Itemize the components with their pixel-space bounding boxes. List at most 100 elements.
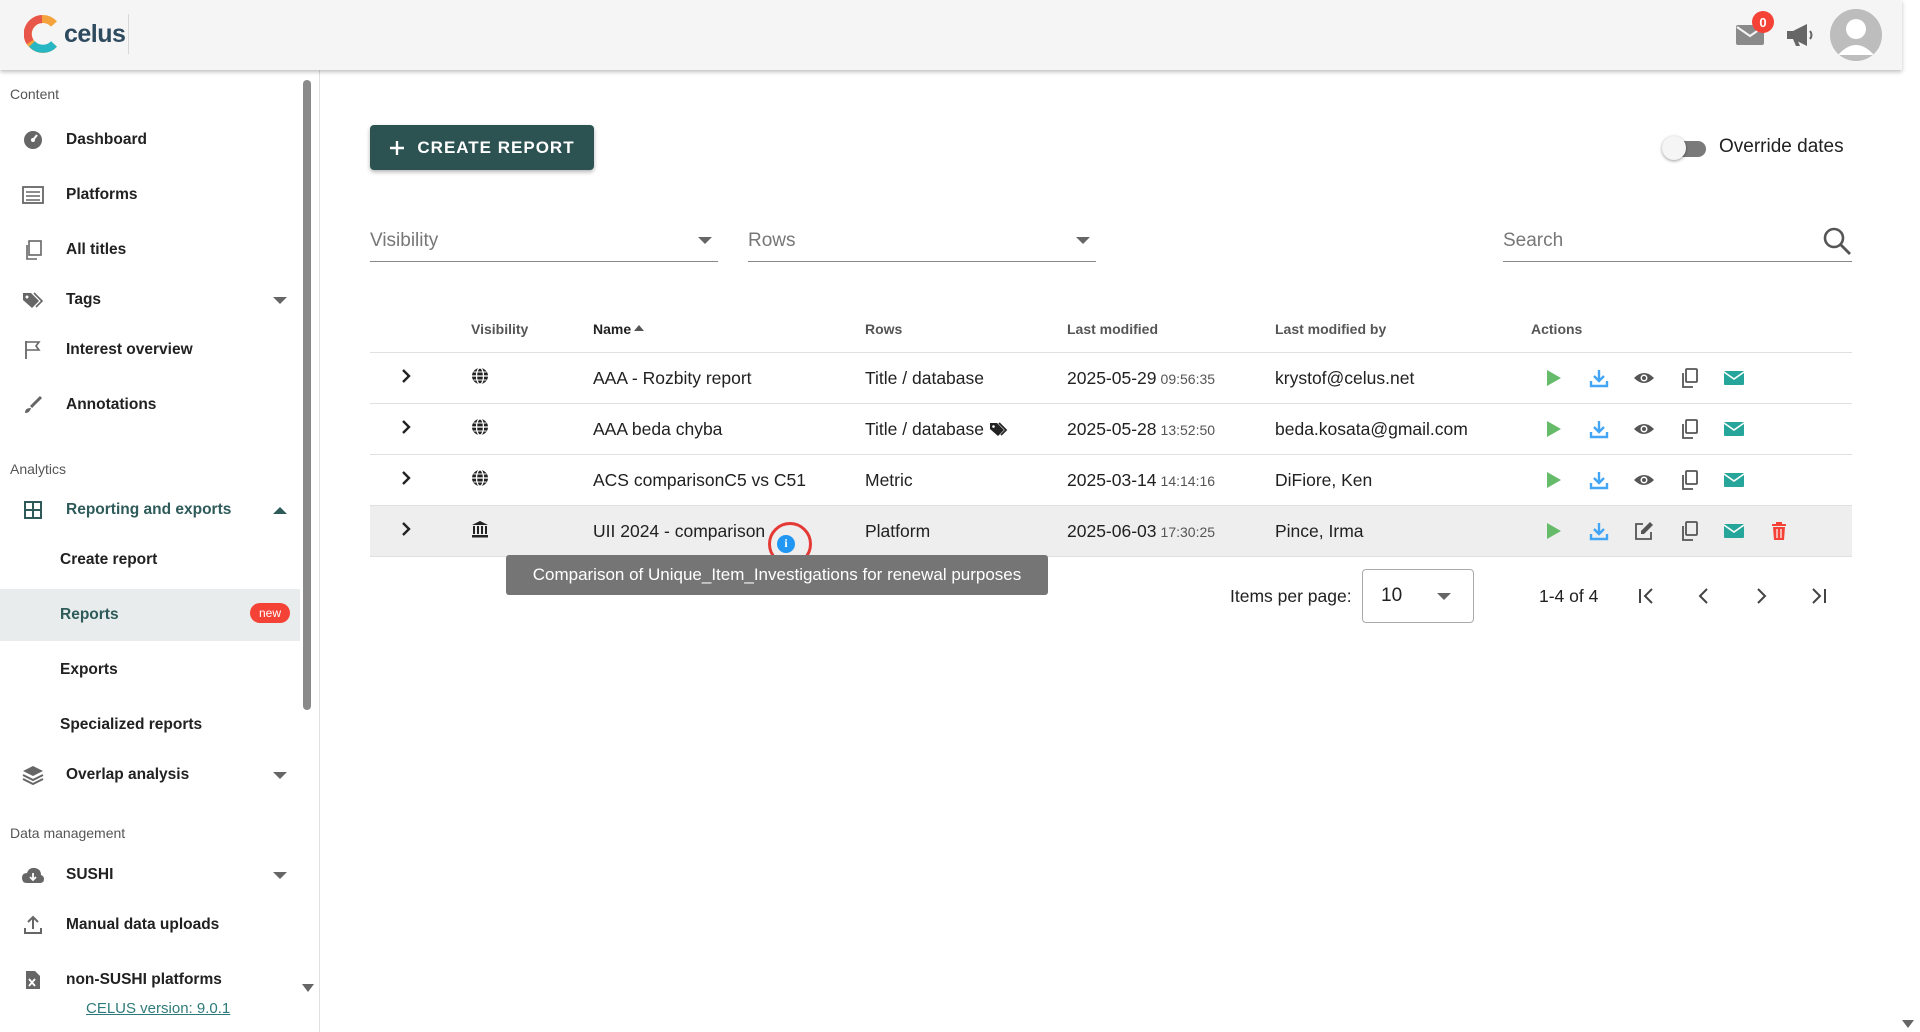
view-button[interactable] [1621, 363, 1666, 393]
copy-button[interactable] [1666, 363, 1711, 393]
header-last-modified-by[interactable]: Last modified by [1275, 321, 1531, 337]
view-button[interactable] [1621, 465, 1666, 495]
sidebar-item-label: Create report [60, 551, 158, 568]
search-icon[interactable] [1822, 226, 1852, 256]
copy-button[interactable] [1666, 516, 1711, 546]
download-icon [1589, 523, 1608, 541]
sidebar-item-reports[interactable]: Reports new [0, 589, 300, 641]
notifications-button[interactable]: 0 [1730, 11, 1774, 55]
email-button[interactable] [1711, 414, 1756, 444]
brush-icon [25, 395, 43, 413]
previous-page-button[interactable] [1690, 582, 1718, 610]
report-name[interactable]: ACS comparisonC5 vs C51 [593, 470, 865, 491]
chevron-down-icon [698, 237, 712, 244]
chevron-right-icon[interactable] [400, 419, 412, 435]
upload-icon [24, 915, 42, 934]
email-button[interactable] [1711, 363, 1756, 393]
run-button[interactable] [1531, 465, 1576, 495]
sidebar-item-non-sushi[interactable]: non-SUSHI platforms [0, 954, 300, 1006]
run-button[interactable] [1531, 516, 1576, 546]
scroll-down-arrow[interactable] [302, 984, 314, 992]
copy-icon [26, 240, 42, 260]
layers-icon [22, 766, 44, 785]
download-button[interactable] [1576, 414, 1621, 444]
items-per-page-select[interactable]: 10 [1362, 569, 1474, 623]
sidebar-item-label: Specialized reports [60, 716, 203, 733]
chevron-right-icon[interactable] [400, 368, 412, 384]
header-visibility[interactable]: Visibility [465, 321, 593, 337]
sort-asc-icon [634, 324, 645, 331]
pagination-range: 1-4 of 4 [1539, 586, 1599, 606]
globe-icon [472, 468, 488, 487]
modified-time: 14:14:16 [1160, 472, 1216, 489]
download-button[interactable] [1576, 516, 1621, 546]
report-name[interactable]: AAA - Rozbity report [593, 368, 865, 389]
modified-time: 09:56:35 [1160, 370, 1216, 387]
header-actions: Actions [1531, 320, 1583, 337]
sidebar-item-reporting[interactable]: Reporting and exports [0, 484, 300, 536]
override-dates-toggle[interactable] [1662, 136, 1708, 160]
sidebar-item-label: Dashboard [66, 131, 147, 148]
copy-button[interactable] [1666, 465, 1711, 495]
sidebar-item-interest-overview[interactable]: Interest overview [0, 324, 300, 376]
user-avatar[interactable] [1830, 9, 1882, 61]
sidebar-item-annotations[interactable]: Annotations [0, 379, 300, 431]
sidebar-item-overlap-analysis[interactable]: Overlap analysis [0, 749, 300, 801]
sidebar-item-dashboard[interactable]: Dashboard [0, 114, 300, 166]
download-button[interactable] [1576, 363, 1621, 393]
sidebar-item-platforms[interactable]: Platforms [0, 169, 300, 221]
announcements-button[interactable] [1780, 15, 1820, 55]
description-tooltip: Comparison of Unique_Item_Investigations… [506, 555, 1048, 595]
email-button[interactable] [1711, 516, 1756, 546]
delete-button[interactable] [1756, 516, 1801, 546]
copy-icon [1681, 419, 1698, 439]
edit-icon [1634, 522, 1653, 540]
run-button[interactable] [1531, 414, 1576, 444]
sidebar-item-label: Exports [60, 661, 118, 678]
version-link[interactable]: CELUS version: 9.0.1 [86, 1000, 230, 1017]
sidebar-item-label: Interest overview [66, 341, 193, 358]
sidebar-item-label: Reporting and exports [66, 501, 232, 518]
celus-logo[interactable]: celus [24, 12, 126, 56]
sidebar-item-manual-uploads[interactable]: Manual data uploads [0, 899, 300, 951]
report-rows: Title / database [865, 367, 985, 388]
list-icon [22, 186, 44, 204]
sidebar-item-all-titles[interactable]: All titles [0, 224, 300, 276]
report-name[interactable]: UII 2024 - comparison i [593, 521, 865, 566]
sidebar-item-exports[interactable]: Exports [0, 644, 300, 696]
rows-select[interactable]: Rows [748, 220, 1096, 262]
last-page-button[interactable] [1804, 582, 1832, 610]
envelope-icon [1723, 371, 1744, 385]
table-row: AAA - Rozbity report Title / database 20… [370, 353, 1852, 404]
sidebar-item-label: Reports [60, 606, 119, 623]
reports-table: Visibility Name Rows Last modified Last … [370, 305, 1852, 566]
header-name[interactable]: Name [593, 321, 865, 337]
view-button[interactable] [1621, 414, 1666, 444]
sidebar-item-label: Tags [66, 291, 102, 308]
header-rows[interactable]: Rows [865, 321, 1067, 337]
edit-button[interactable] [1621, 516, 1666, 546]
search-input[interactable]: Search [1503, 220, 1852, 262]
visibility-select[interactable]: Visibility [370, 220, 718, 262]
copy-button[interactable] [1666, 414, 1711, 444]
sidebar-item-sushi[interactable]: SUSHI [0, 849, 300, 901]
sidebar-item-tags[interactable]: Tags [0, 274, 300, 326]
last-modified: 2025-05-29 09:56:35 [1067, 368, 1275, 389]
first-page-button[interactable] [1633, 582, 1661, 610]
page-scroll-down-arrow[interactable] [1902, 1020, 1914, 1028]
sidebar-scrollbar[interactable] [303, 80, 311, 710]
create-report-button[interactable]: CREATE REPORT [370, 125, 594, 170]
next-page-button[interactable] [1747, 582, 1775, 610]
chevron-right-icon[interactable] [400, 521, 412, 537]
chevron-up-icon [273, 506, 287, 514]
email-button[interactable] [1711, 465, 1756, 495]
chevron-right-icon[interactable] [400, 470, 412, 486]
table-row: AAA beda chyba Title / database 2025-05-… [370, 404, 1852, 455]
sidebar-item-specialized-reports[interactable]: Specialized reports [0, 699, 300, 751]
download-button[interactable] [1576, 465, 1621, 495]
sidebar-item-create-report[interactable]: Create report [0, 534, 300, 586]
header-last-modified[interactable]: Last modified [1067, 321, 1275, 337]
report-name[interactable]: AAA beda chyba [593, 419, 865, 440]
run-button[interactable] [1531, 363, 1576, 393]
copy-icon [1681, 368, 1698, 388]
